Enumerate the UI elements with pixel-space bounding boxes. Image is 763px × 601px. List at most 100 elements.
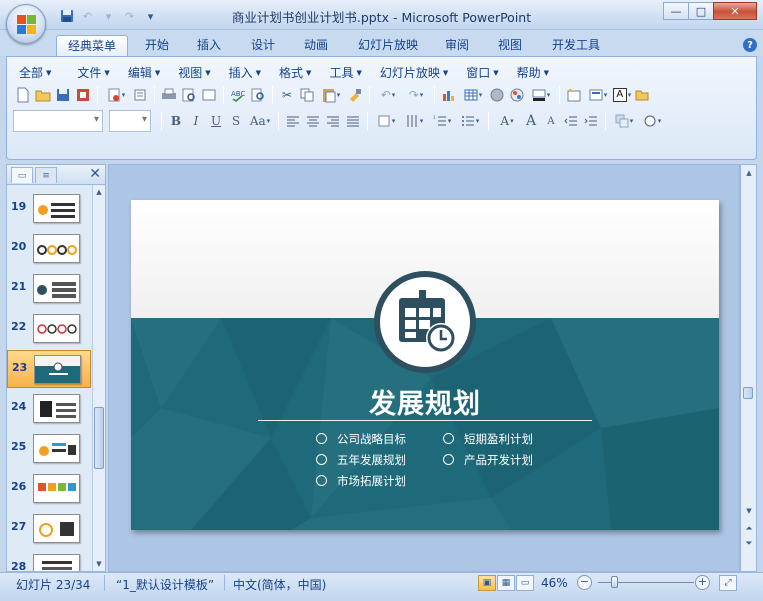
tab-developer[interactable]: 开发工具 — [545, 35, 607, 56]
tab-design[interactable]: 设计 — [244, 35, 282, 56]
change-case-button[interactable]: Aa ▾ — [246, 111, 274, 131]
permission-icon[interactable] — [73, 85, 93, 105]
menu-all[interactable]: 全部 ▼ — [11, 60, 59, 82]
slide-thumbnail[interactable]: 27 — [7, 512, 91, 547]
menu-slideshow[interactable]: 幻灯片放映 ▼ — [372, 60, 456, 82]
folder-icon[interactable] — [632, 85, 652, 105]
italic-button[interactable]: I — [186, 111, 206, 131]
copy-icon[interactable] — [297, 85, 317, 105]
shapes-icon[interactable]: ▾ — [638, 111, 666, 131]
slides-pane-scrollbar[interactable]: ▲ ▼ — [92, 185, 105, 571]
scroll-up-icon[interactable]: ▲ — [93, 186, 105, 198]
decrease-indent-icon[interactable] — [561, 111, 581, 131]
editor-scrollbar[interactable]: ▲ ▼ ⏶ ⏷ — [740, 164, 757, 572]
slides-tab-icon[interactable]: ▭ — [11, 167, 33, 183]
shadow-button[interactable]: S — [226, 111, 246, 131]
scroll-up-icon[interactable]: ▲ — [743, 167, 755, 179]
paste-icon[interactable]: ▾ — [317, 85, 345, 105]
zoom-in-button[interactable]: + — [695, 575, 710, 590]
outline-tab-icon[interactable]: ≡ — [35, 167, 57, 183]
text-box-icon[interactable]: A ▾ — [612, 85, 632, 105]
color-icon[interactable]: ▾ — [527, 85, 555, 105]
layout-icon[interactable]: ▾ — [584, 85, 612, 105]
menu-tools[interactable]: 工具 ▼ — [321, 60, 369, 82]
slide-thumbnail[interactable]: 28 — [7, 552, 91, 571]
align-center-icon[interactable] — [303, 111, 323, 131]
fit-to-window-icon[interactable]: ⤢ — [719, 575, 737, 591]
tab-review[interactable]: 审阅 — [438, 35, 476, 56]
zoom-slider-thumb[interactable] — [611, 576, 618, 588]
theme-name[interactable]: “1_默认设计模板” — [116, 576, 214, 593]
spelling-icon[interactable]: ABC — [228, 85, 248, 105]
close-pane-icon[interactable]: ✕ — [89, 166, 101, 182]
bullets-icon[interactable]: ▾ — [456, 111, 484, 131]
align-right-icon[interactable] — [323, 111, 343, 131]
menu-help[interactable]: 帮助 ▼ — [509, 60, 557, 82]
align-left-icon[interactable] — [283, 111, 303, 131]
maximize-button[interactable]: □ — [688, 2, 714, 20]
tab-classic-menu[interactable]: 经典菜单 — [56, 35, 128, 56]
font-size-combo[interactable] — [109, 110, 151, 132]
print-icon[interactable] — [159, 85, 179, 105]
undo-icon[interactable]: ↶ ▾ — [374, 85, 402, 105]
slide-thumbnail[interactable]: 20 — [7, 232, 91, 267]
open-folder-icon[interactable] — [33, 85, 53, 105]
save-icon[interactable] — [53, 85, 73, 105]
menu-view[interactable]: 视图 ▼ — [170, 60, 218, 82]
menu-file[interactable]: 文件 ▼ — [69, 60, 117, 82]
email-pdf-icon[interactable]: ▾ — [102, 85, 130, 105]
arrange-icon[interactable]: ▾ — [610, 111, 638, 131]
tab-insert[interactable]: 插入 — [190, 35, 228, 56]
font-color-button[interactable]: A ▾ — [493, 111, 521, 131]
slide-thumbnail-selected[interactable]: 23 — [7, 350, 91, 388]
next-slide-icon[interactable]: ⏷ — [743, 538, 755, 550]
increase-indent-icon[interactable] — [581, 111, 601, 131]
help-icon[interactable]: ? — [743, 38, 757, 52]
font-name-combo[interactable] — [13, 110, 103, 132]
close-button[interactable]: ✕ — [713, 2, 757, 20]
cut-icon[interactable]: ✂ — [277, 85, 297, 105]
office-button[interactable] — [6, 4, 46, 44]
normal-view-button[interactable]: ▣ — [478, 575, 496, 591]
numbering-icon[interactable]: 1 ▾ — [428, 111, 456, 131]
slide-sorter-view-button[interactable]: ▦ — [497, 575, 515, 591]
insert-chart-icon[interactable] — [439, 85, 459, 105]
slide-thumbnail[interactable]: 25 — [7, 432, 91, 467]
bold-button[interactable]: B — [166, 111, 186, 131]
print-preview-icon[interactable] — [179, 85, 199, 105]
justify-icon[interactable] — [343, 111, 363, 131]
color-scheme-icon[interactable] — [507, 85, 527, 105]
columns-icon[interactable]: ▾ — [400, 111, 428, 131]
grayscale-icon[interactable] — [487, 85, 507, 105]
zoom-level[interactable]: 46% — [541, 576, 568, 590]
tab-home[interactable]: 开始 — [138, 35, 176, 56]
attach-icon[interactable] — [130, 85, 150, 105]
minimize-button[interactable]: — — [663, 2, 689, 20]
menu-edit[interactable]: 编辑 ▼ — [120, 60, 168, 82]
frame-icon[interactable] — [199, 85, 219, 105]
slide-thumbnail[interactable]: 22 — [7, 312, 91, 347]
text-direction-icon[interactable]: ▾ — [372, 111, 400, 131]
language-indicator[interactable]: 中文(简体，中国) — [233, 576, 326, 593]
menu-insert[interactable]: 插入 ▼ — [221, 60, 269, 82]
zoom-out-button[interactable]: − — [577, 575, 592, 590]
new-slide-icon[interactable] — [564, 85, 584, 105]
insert-table-icon[interactable]: ▾ — [459, 85, 487, 105]
format-painter-icon[interactable] — [345, 85, 365, 105]
menu-format[interactable]: 格式 ▼ — [271, 60, 319, 82]
underline-button[interactable]: U — [206, 111, 226, 131]
research-icon[interactable] — [248, 85, 268, 105]
slideshow-view-button[interactable]: ▭ — [516, 575, 534, 591]
tab-slideshow[interactable]: 幻灯片放映 — [352, 35, 424, 56]
scroll-thumb[interactable] — [743, 387, 753, 399]
shrink-font-button[interactable]: A — [541, 111, 561, 131]
scroll-down-icon[interactable]: ▼ — [743, 505, 755, 517]
scroll-thumb[interactable] — [94, 407, 104, 469]
grow-font-button[interactable]: A — [521, 111, 541, 131]
slide-thumbnail[interactable]: 24 — [7, 392, 91, 427]
menu-window[interactable]: 窗口 ▼ — [458, 60, 506, 82]
redo-icon[interactable]: ↷ ▾ — [402, 85, 430, 105]
tab-animation[interactable]: 动画 — [297, 35, 335, 56]
new-document-icon[interactable] — [13, 85, 33, 105]
tab-view[interactable]: 视图 — [491, 35, 529, 56]
